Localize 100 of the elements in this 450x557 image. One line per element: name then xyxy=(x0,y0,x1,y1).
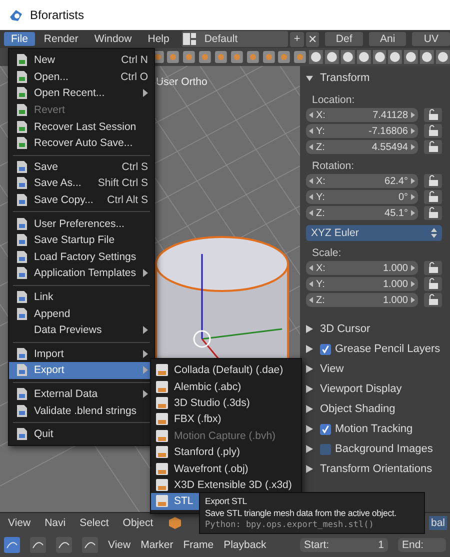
menu-button[interactable]: Help xyxy=(140,32,176,46)
menu-item[interactable]: User Preferences... xyxy=(9,215,154,232)
increment-arrow-icon[interactable] xyxy=(411,144,415,150)
decrement-arrow-icon[interactable] xyxy=(309,210,313,216)
menu-item[interactable]: Save Startup File xyxy=(9,232,154,249)
primitive-icon[interactable] xyxy=(388,50,402,64)
decrement-arrow-icon[interactable] xyxy=(309,178,313,184)
menu-button[interactable]: File xyxy=(4,32,35,46)
decrement-arrow-icon[interactable] xyxy=(309,297,313,303)
lock-icon[interactable] xyxy=(424,277,442,291)
menu-item[interactable]: Save As... Shift Ctrl S xyxy=(9,175,154,192)
lock-icon[interactable] xyxy=(424,190,442,204)
menu-item[interactable]: Recover Auto Save... xyxy=(9,134,154,152)
panel-header[interactable]: Motion Tracking xyxy=(306,419,442,439)
lock-icon[interactable] xyxy=(424,261,442,275)
panel-header[interactable]: 3D Cursor xyxy=(306,319,442,339)
tool-icon[interactable] xyxy=(198,50,212,64)
header-menu[interactable]: Navi xyxy=(44,516,66,528)
tool-icon[interactable] xyxy=(277,50,292,64)
close-button[interactable]: ✕ xyxy=(306,32,320,46)
number-field[interactable]: Z: 4.55494 xyxy=(306,140,418,154)
lock-icon[interactable] xyxy=(424,174,442,188)
end-frame-field[interactable]: End: xyxy=(398,538,446,552)
primitive-icon[interactable] xyxy=(404,50,418,64)
menu-item[interactable]: Validate .blend strings xyxy=(9,402,154,419)
panel-header[interactable]: Background Images xyxy=(306,439,442,459)
tool-icon[interactable] xyxy=(214,50,228,64)
workspace-tab[interactable]: UV xyxy=(412,32,450,46)
menu-item[interactable]: Collada (Default) (.dae) xyxy=(151,362,301,378)
orientation-dropdown[interactable]: bal xyxy=(428,516,447,530)
increment-arrow-icon[interactable] xyxy=(411,112,415,118)
menu-item[interactable]: Import xyxy=(9,346,154,362)
editor-icon[interactable] xyxy=(56,536,72,552)
rotation-mode-dropdown[interactable]: XYZ Euler xyxy=(306,225,442,241)
number-field[interactable]: Y: 1.000 xyxy=(306,277,418,291)
lock-icon[interactable] xyxy=(424,124,442,138)
decrement-arrow-icon[interactable] xyxy=(309,112,313,118)
primitive-icon[interactable] xyxy=(340,50,355,64)
menu-item[interactable]: X3D Extensible 3D (.x3d) xyxy=(151,476,301,494)
header-menu[interactable]: Marker xyxy=(140,538,174,550)
lock-icon[interactable] xyxy=(424,140,442,154)
lock-icon[interactable] xyxy=(424,293,442,307)
panel-header[interactable]: Viewport Display xyxy=(306,379,442,399)
menu-item[interactable]: Append xyxy=(9,305,154,322)
menu-button[interactable]: Render xyxy=(36,32,86,46)
menu-item[interactable]: Save Copy... Ctrl Alt S xyxy=(9,192,154,208)
increment-arrow-icon[interactable] xyxy=(411,128,415,134)
checkbox[interactable] xyxy=(320,344,331,354)
menu-item[interactable]: Link xyxy=(9,288,154,306)
increment-arrow-icon[interactable] xyxy=(411,194,415,200)
decrement-arrow-icon[interactable] xyxy=(309,265,313,271)
tool-icon[interactable] xyxy=(230,50,244,64)
editor-icon[interactable] xyxy=(30,536,46,552)
checkbox[interactable] xyxy=(320,424,331,434)
header-menu[interactable]: Frame xyxy=(183,538,214,550)
increment-arrow-icon[interactable] xyxy=(411,178,415,184)
increment-arrow-icon[interactable] xyxy=(411,297,415,303)
header-menu[interactable]: Playback xyxy=(224,538,266,550)
menu-item[interactable]: Stanford (.ply) xyxy=(151,444,301,460)
number-field[interactable]: X: 1.000 xyxy=(306,261,418,275)
increment-arrow-icon[interactable] xyxy=(411,281,415,287)
panel-header[interactable]: Transform Orientations xyxy=(306,459,442,479)
checkbox[interactable] xyxy=(320,444,331,454)
tool-icon[interactable] xyxy=(166,50,180,64)
number-field[interactable]: Z: 1.000 xyxy=(306,293,418,307)
tool-icon[interactable] xyxy=(246,50,260,64)
menu-item[interactable]: Load Factory Settings xyxy=(9,248,154,266)
header-menu[interactable]: Object xyxy=(122,516,154,528)
start-frame-field[interactable]: Start: 1 xyxy=(300,538,388,552)
lock-icon[interactable] xyxy=(424,108,442,122)
primitive-icon[interactable] xyxy=(325,50,339,64)
editor-icon[interactable] xyxy=(4,536,20,552)
primitive-icon[interactable] xyxy=(309,50,324,64)
primitive-icon[interactable] xyxy=(436,50,450,64)
primitive-icon[interactable] xyxy=(356,50,371,64)
menu-item[interactable]: External Data xyxy=(9,386,154,402)
increment-arrow-icon[interactable] xyxy=(411,210,415,216)
header-menu[interactable]: View xyxy=(108,538,131,550)
menu-item[interactable]: Data Previews xyxy=(9,322,154,338)
tool-icon[interactable] xyxy=(182,50,196,64)
tool-icon[interactable] xyxy=(293,50,308,64)
menu-item[interactable]: Alembic (.abc) xyxy=(151,378,301,395)
decrement-arrow-icon[interactable] xyxy=(309,128,313,134)
tool-icon[interactable] xyxy=(262,50,276,64)
menu-button[interactable]: Window xyxy=(87,32,139,46)
menu-item[interactable]: Application Templates xyxy=(9,265,154,282)
menu-item[interactable]: Open Recent... xyxy=(9,85,154,102)
menu-item[interactable]: 3D Studio (.3ds) xyxy=(151,394,301,412)
menu-item[interactable]: Quit xyxy=(9,426,154,442)
panel-header[interactable]: Transform xyxy=(306,70,442,90)
menu-item[interactable]: New Ctrl N xyxy=(9,52,154,69)
panel-header[interactable]: Grease Pencil Layers xyxy=(306,339,442,359)
decrement-arrow-icon[interactable] xyxy=(309,194,313,200)
decrement-arrow-icon[interactable] xyxy=(309,144,313,150)
primitive-icon[interactable] xyxy=(372,50,386,64)
menu-item[interactable]: Save Ctrl S xyxy=(9,158,154,176)
layout-selector[interactable]: Default xyxy=(182,31,288,47)
add-button[interactable]: + xyxy=(290,32,304,46)
workspace-tab[interactable]: Ani xyxy=(368,32,406,46)
number-field[interactable]: Z: 45.1° xyxy=(306,206,418,220)
